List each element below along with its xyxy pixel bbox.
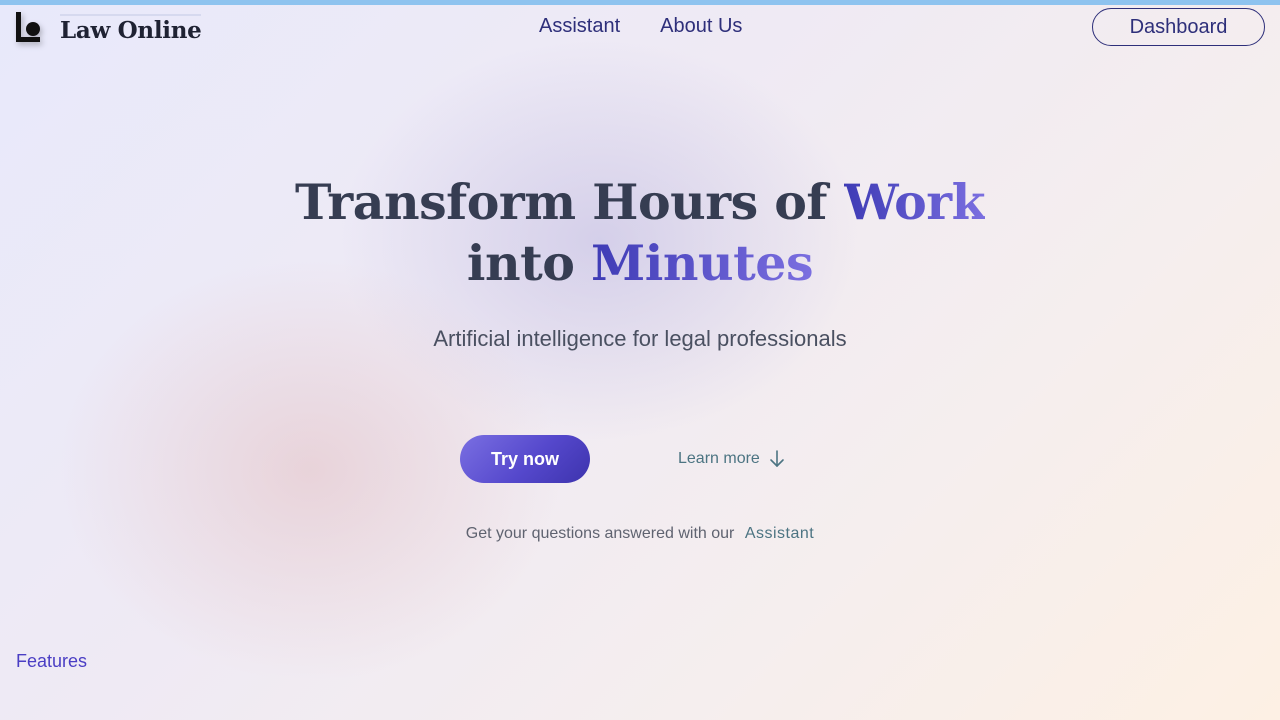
nav-item-assistant[interactable]: Assistant (539, 15, 620, 38)
helper-text: Get your questions answered with our (465, 525, 735, 542)
top-accent-bar (0, 0, 1280, 5)
learn-more-label: Learn more (678, 450, 760, 467)
dashboard-button[interactable]: Dashboard (1092, 8, 1265, 46)
main-nav: Assistant About Us (539, 15, 742, 38)
nav-item-about-us[interactable]: About Us (660, 15, 742, 38)
hero-subtitle: Artificial intelligence for legal profes… (433, 326, 847, 351)
logo-icon[interactable] (16, 12, 42, 42)
arrow-down-icon (770, 450, 784, 467)
brand-name[interactable]: Law Online (60, 14, 202, 44)
hero-title-accent-work: Work (843, 173, 986, 231)
hero-title-text-2: into (466, 234, 592, 292)
try-now-button[interactable]: Try now (460, 435, 590, 483)
hero-title-text-1: Transform Hours of (294, 173, 844, 231)
features-link[interactable]: Features (16, 651, 87, 672)
assistant-helper-text: Get your questions answered with our Ass… (240, 525, 1040, 543)
hero-title-accent-minutes: Minutes (591, 234, 814, 292)
assistant-link[interactable]: Assistant (745, 525, 814, 542)
hero-title: Transform Hours of Work into Minutes (240, 172, 1040, 294)
learn-more-link[interactable]: Learn more (678, 449, 786, 469)
